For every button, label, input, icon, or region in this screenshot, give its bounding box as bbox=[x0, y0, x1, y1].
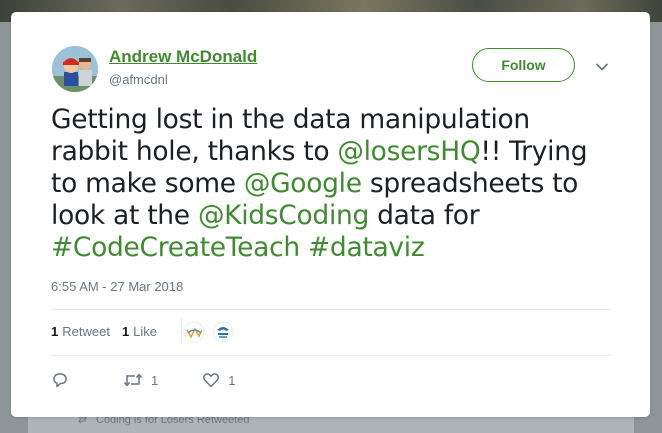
liker-avatar[interactable] bbox=[212, 321, 234, 343]
tweet-text: Getting lost in the data manipulation ra… bbox=[51, 104, 611, 264]
reply-button[interactable] bbox=[51, 371, 69, 389]
stats-separator bbox=[181, 318, 182, 344]
like-count-label: Like bbox=[133, 324, 158, 339]
like-button[interactable]: 1 bbox=[202, 371, 235, 389]
like-action-count: 1 bbox=[228, 372, 236, 388]
reply-icon bbox=[51, 371, 69, 389]
divider bbox=[51, 355, 611, 356]
retweet-button[interactable]: 1 bbox=[123, 371, 158, 389]
heart-icon bbox=[202, 371, 220, 389]
retweet-action-count: 1 bbox=[151, 372, 159, 388]
engagement-stats: 1 Retweet 1 Like bbox=[51, 324, 169, 339]
hashtag-codecreateteach-link[interactable]: #CodeCreateTeach bbox=[51, 232, 300, 263]
mention-kidscoding-link[interactable]: @KidsCoding bbox=[198, 200, 369, 231]
like-count-stat[interactable]: 1 Like bbox=[122, 324, 157, 339]
divider bbox=[51, 309, 611, 310]
retweet-count-value: 1 bbox=[51, 324, 59, 339]
like-count-value: 1 bbox=[121, 324, 130, 339]
liker-avatar[interactable] bbox=[183, 321, 205, 343]
tweet-timestamp-link[interactable]: 6:55 AM - 27 Mar 2018 bbox=[51, 279, 183, 294]
tweet-card: Andrew McDonald @afmcdnl Follow Getting … bbox=[11, 12, 650, 417]
retweet-count-stat[interactable]: 1 Retweet bbox=[51, 324, 110, 339]
author-name-link[interactable]: Andrew McDonald bbox=[109, 47, 257, 67]
follow-button[interactable]: Follow bbox=[472, 48, 575, 82]
retweet-icon bbox=[123, 371, 143, 389]
tweet-actions: 1 1 bbox=[51, 370, 235, 390]
author-avatar[interactable] bbox=[52, 46, 98, 92]
mention-google-link[interactable]: @Google bbox=[244, 168, 362, 199]
tweet-text-segment: data for bbox=[369, 200, 480, 231]
avatar-image bbox=[52, 46, 98, 92]
mention-losershq-link[interactable]: @losersHQ bbox=[337, 136, 480, 167]
hashtag-dataviz-link[interactable]: #dataviz bbox=[308, 232, 425, 263]
tweet-text-segment bbox=[300, 232, 308, 263]
chevron-down-icon[interactable] bbox=[594, 59, 610, 75]
retweet-count-label: Retweet bbox=[62, 324, 110, 339]
author-handle: @afmcdnl bbox=[109, 72, 168, 87]
